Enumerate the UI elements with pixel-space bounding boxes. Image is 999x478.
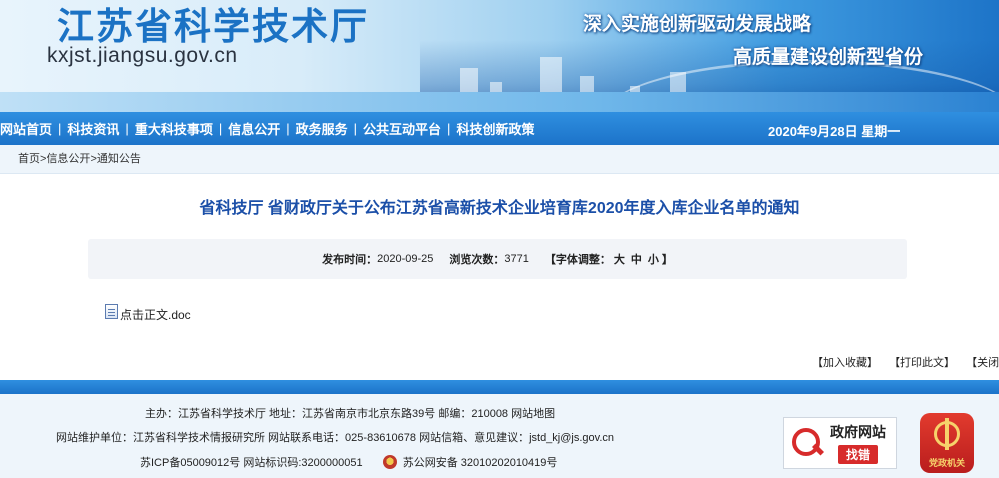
slogan-line-1: 深入实施创新驱动发展战略: [583, 14, 812, 35]
publish-label: 发布时间：: [322, 254, 378, 266]
nav-item-innovation-policy[interactable]: 科技创新政策: [456, 119, 534, 138]
emblem-icon: [934, 418, 960, 450]
slogan-line-2: 高质量建设创新型省份: [733, 47, 924, 68]
nav-separator: |: [286, 121, 290, 136]
close-button[interactable]: 【关闭】: [966, 357, 999, 369]
font-size-medium[interactable]: 中: [628, 251, 645, 267]
nav-separator: |: [58, 121, 62, 136]
magnifier-icon: [790, 426, 824, 460]
nav-separator: |: [353, 121, 358, 136]
party-government-agency-badge[interactable]: 党政机关: [920, 413, 974, 473]
font-size-close-bracket: 】: [661, 254, 673, 266]
water-decoration: [0, 92, 999, 112]
doc-file-icon: [105, 304, 118, 319]
article-meta: 发布时间： 2020-09-25 浏览次数： 3771 【字体调整： 大 中 小…: [88, 239, 907, 279]
footer-divider-bar: [0, 380, 999, 394]
header-banner: 江苏省科学技术厅 kxjst.jiangsu.gov.cn 深入实施创新驱动发展…: [0, 0, 999, 112]
add-favorite-button[interactable]: 【加入收藏】: [812, 357, 878, 369]
font-size-small[interactable]: 小: [645, 251, 662, 267]
publish-date: 2020-09-25: [377, 253, 434, 265]
print-button[interactable]: 【打印此文】: [889, 357, 955, 369]
attachment: 点击正文.doc: [105, 304, 191, 323]
nav-item-tech-news[interactable]: 科技资讯: [67, 119, 119, 138]
font-size-label: 【字体调整：: [544, 254, 611, 266]
icp-record[interactable]: 苏ICP备05009012号 网站标识码:3200000051: [140, 457, 363, 469]
gov-badge-action: 找错: [837, 445, 878, 464]
nav-separator: |: [218, 121, 223, 136]
views-label: 浏览次数：: [449, 254, 505, 266]
views-count: 3771: [504, 253, 529, 265]
nav-item-major-affairs[interactable]: 重大科技事项: [135, 119, 213, 138]
main-nav: 网站首页 | 科技资讯 | 重大科技事项 | 信息公开 | 政务服务 | 公共互…: [0, 112, 999, 145]
gov-badge-title: 政府网站: [830, 424, 886, 440]
party-badge-label: 党政机关: [928, 458, 965, 468]
breadcrumb: 首页>信息公开>通知公告: [0, 145, 999, 174]
nav-item-info-disclosure[interactable]: 信息公开: [228, 119, 280, 138]
gov-website-error-report-badge[interactable]: 政府网站 找错: [783, 417, 897, 469]
police-badge-icon: [382, 455, 397, 469]
article-title: 省科技厅 省财政厅关于公布江苏省高新技术企业培育库2020年度入库企业名单的通知: [199, 200, 800, 217]
footer-line-maintainer: 网站维护单位：江苏省科学技术情报研究所 网站联系电话：025-83610678 …: [56, 432, 615, 444]
footer-line-host: 主办：江苏省科学技术厅 地址：江苏省南京市北京东路39号 邮编：210008 网…: [145, 408, 556, 420]
site-title[interactable]: 江苏省科学技术厅: [57, 0, 369, 50]
attachment-link[interactable]: 点击正文.doc: [120, 306, 191, 323]
police-record[interactable]: 苏公网安备 32010202010419号: [403, 457, 558, 469]
site-domain: kxjst.jiangsu.gov.cn: [47, 44, 238, 67]
nav-separator: |: [447, 121, 451, 136]
nav-item-public-interaction[interactable]: 公共互动平台: [363, 119, 441, 138]
breadcrumb-info-disclosure[interactable]: 信息公开: [46, 153, 90, 165]
breadcrumb-notices[interactable]: 通知公告: [97, 153, 141, 165]
nav-date: 2020年9月28日 星期一: [768, 124, 901, 139]
nav-item-gov-services[interactable]: 政务服务: [296, 119, 348, 138]
breadcrumb-home[interactable]: 首页: [18, 153, 40, 165]
nav-separator: |: [125, 121, 129, 136]
article-actions: 【加入收藏】 【打印此文】 【关闭】: [812, 354, 999, 370]
nav-item-home[interactable]: 网站首页: [0, 119, 52, 138]
footer-line-icp: 苏ICP备05009012号 网站标识码:3200000051 苏公网安备 32…: [140, 454, 557, 470]
font-size-large[interactable]: 大: [611, 251, 628, 267]
